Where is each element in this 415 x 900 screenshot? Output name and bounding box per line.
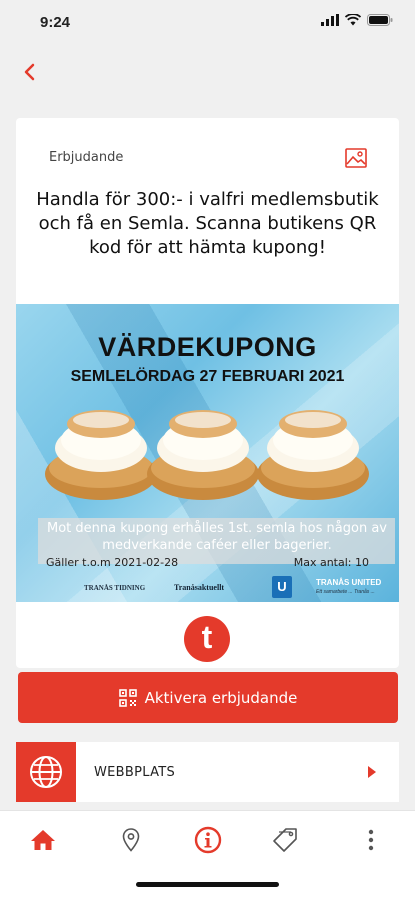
home-indicator (136, 882, 279, 887)
tab-home[interactable] (28, 825, 58, 855)
website-link-row[interactable]: WEBBPLATS (16, 742, 399, 802)
home-icon (31, 830, 55, 850)
sponsor-logo-tranas-tidning: TRANÅS TIDNING (84, 584, 146, 592)
wifi-icon (345, 14, 361, 26)
qr-code-icon (118, 688, 137, 707)
sponsor-tagline: Ett samarbete ... Tranås ... (316, 589, 375, 595)
brand-logo: t (184, 616, 230, 662)
image-icon[interactable] (345, 148, 367, 168)
more-vertical-icon (368, 829, 374, 851)
activate-offer-label: Aktivera erbjudande (144, 688, 298, 707)
offer-card: Erbjudande Handla för 300:- i valfri med… (16, 118, 399, 668)
coupon-text: Mot denna kupong erhålles 1st. semla hos… (47, 521, 387, 553)
sponsor-logo-tranas-united: TRANÅS UNITED (316, 578, 382, 587)
signal-icon (321, 14, 339, 26)
tab-more[interactable] (356, 825, 386, 855)
battery-icon (367, 14, 393, 26)
globe-icon-box (16, 742, 76, 802)
tag-icon (273, 828, 297, 852)
semla-bun-image (147, 410, 259, 500)
activate-offer-button[interactable]: Aktivera erbjudande (18, 672, 398, 723)
play-arrow-icon (368, 766, 376, 778)
offer-label: Erbjudande (49, 150, 124, 165)
tab-info[interactable] (193, 825, 223, 855)
coupon-image: VÄRDEKUPONG SEMLELÖRDAG 27 FEBRUARI 2021… (16, 304, 399, 602)
status-time: 9:24 (40, 14, 71, 31)
sponsor-row: TRANÅS TIDNING Tranåsaktuellt U TRANÅS U… (16, 574, 399, 602)
tab-offers[interactable] (270, 825, 300, 855)
sponsor-badge-icon: U (272, 576, 292, 598)
coupon-subheading: SEMLELÖRDAG 27 FEBRUARI 2021 (70, 368, 345, 385)
back-chevron-icon[interactable] (18, 60, 42, 84)
coupon-max-count: Max antal: 10 (293, 556, 369, 569)
status-bar: 9:24 (0, 0, 415, 44)
location-pin-icon (122, 828, 140, 852)
globe-icon (30, 756, 62, 788)
semla-bun-image (257, 410, 369, 500)
coupon-valid-date: Gäller t.o.m 2021-02-28 (46, 556, 179, 569)
tab-locations[interactable] (116, 825, 146, 855)
sponsor-logo-tranasaktuellt: Tranåsaktuellt (174, 583, 225, 592)
info-icon (194, 826, 222, 854)
offer-title: Handla för 300:- i valfri medlemsbutik o… (36, 189, 379, 258)
website-label: WEBBPLATS (94, 765, 176, 780)
status-icons (321, 14, 393, 26)
semla-bun-image (45, 410, 157, 500)
coupon-heading: VÄRDEKUPONG (98, 332, 317, 362)
